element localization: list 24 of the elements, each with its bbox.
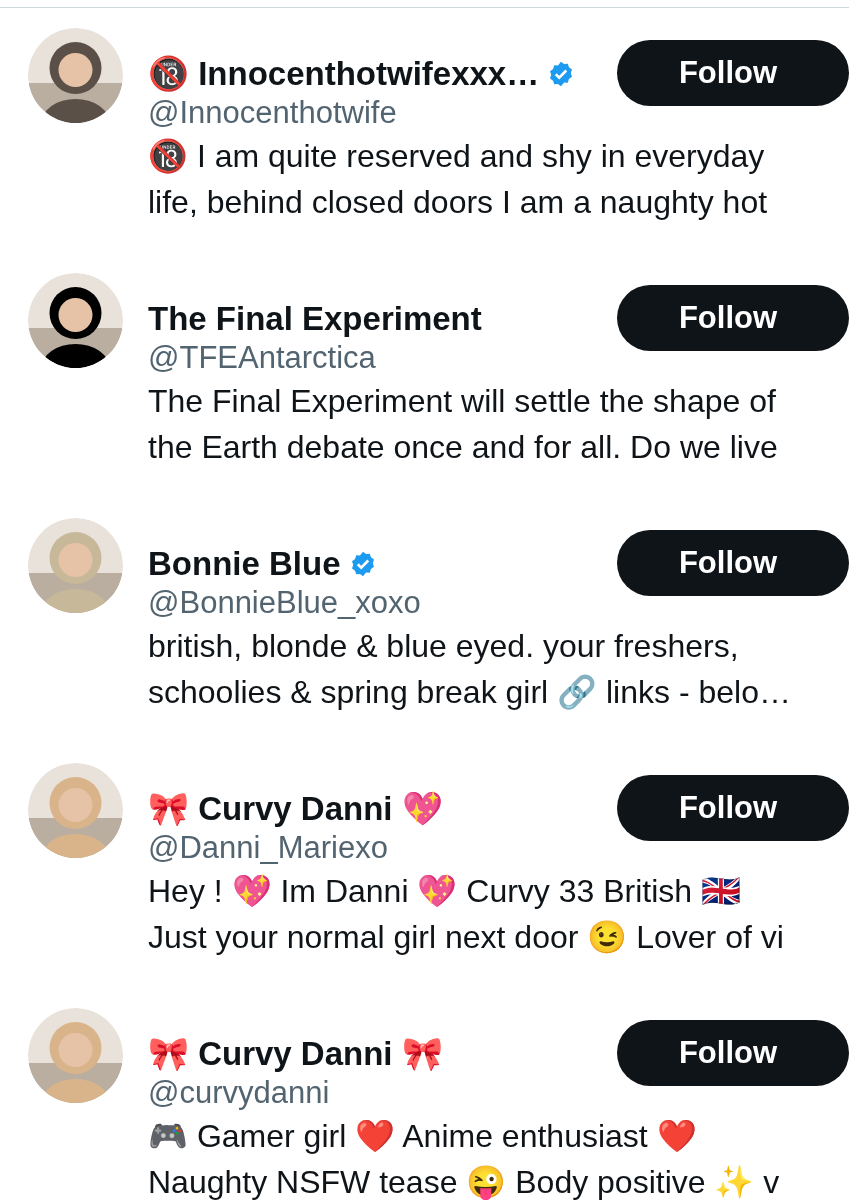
account-name: 🎀 Curvy Danni 🎀 [148, 1035, 443, 1073]
account-handle: @Innocenthotwife [148, 94, 397, 132]
account-handle: @TFEAntarctica [148, 339, 376, 377]
follow-button[interactable]: Follow [617, 40, 849, 106]
bio-text: 🔞 I am quite reserved and shy in everyday [148, 137, 765, 176]
account-name: 🎀 Curvy Danni 💖 [148, 790, 443, 828]
bio-text: 🎮 Gamer girl ❤ Anime enthusiast ❤ [148, 1117, 697, 1156]
account-name: The Final Experiment [148, 300, 482, 338]
bio-text: Hey ! 💖 Im Danni 💖 Curvy 33 British 🇬🇧 [148, 872, 742, 911]
account-handle: @Danni_Mariexo [148, 829, 388, 867]
account-name: 🔞 Innocenthotwifexxx… [148, 55, 540, 93]
bio-text: Just your normal girl next door 😉 Lover of vi [148, 918, 784, 957]
follow-button[interactable]: Follow [617, 775, 849, 841]
follow-button[interactable]: Follow [617, 1020, 849, 1086]
bio-text: british, blonde & blue eyed. your freshers, [148, 627, 739, 666]
bio-text: life, behind closed doors I am a naughty hot [148, 183, 768, 222]
account-handle: @BonnieBlue_xoxo [148, 584, 421, 622]
account-name: Bonnie Blue [148, 545, 341, 583]
bio-text: schoolies & spring break girl 🔗 links - belo… [148, 673, 791, 712]
bio-text: the Earth debate once and for all. Do we live [148, 428, 778, 467]
account-handle: @curvydanni [148, 1074, 330, 1112]
follow-button[interactable]: Follow [617, 285, 849, 351]
bio-text: The Final Experiment will settle the shape of [148, 382, 776, 421]
follow-button[interactable]: Follow [617, 530, 849, 596]
